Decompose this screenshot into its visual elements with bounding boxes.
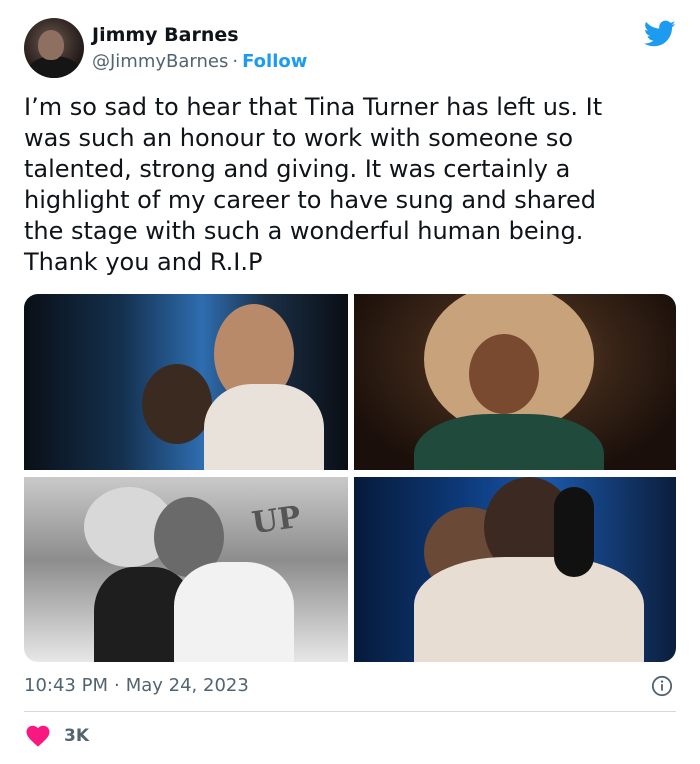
photo-figure-shape (414, 557, 644, 662)
tweet-date: May 24, 2023 (125, 675, 249, 696)
timestamp-separator: · (113, 675, 120, 696)
photo-studio-embrace[interactable] (354, 477, 676, 662)
twitter-bird-icon[interactable] (644, 20, 676, 48)
handle-separator: · (232, 51, 239, 72)
divider (24, 711, 676, 712)
follow-button[interactable]: Follow (242, 51, 307, 72)
photo-figure-shape (469, 334, 539, 414)
photo-figure-shape (554, 487, 594, 577)
tweet-timestamp[interactable]: 10:43 PM · May 24, 2023 (24, 675, 249, 696)
photo-sign-text: UP (249, 499, 303, 542)
avatar[interactable] (24, 18, 84, 78)
tweet-text: I’m so sad to hear that Tina Turner has … (24, 93, 603, 276)
photo-studio-duet[interactable] (24, 294, 348, 470)
author-name[interactable]: Jimmy Barnes (92, 24, 239, 46)
photo-figure-shape (174, 562, 294, 662)
photo-figure-shape (142, 364, 212, 444)
author-handle-row: @JimmyBarnes · Follow (92, 51, 307, 72)
info-icon[interactable] (651, 675, 673, 697)
author-handle[interactable]: @JimmyBarnes (92, 51, 228, 72)
photo-figure-shape (204, 384, 324, 470)
like-count: 3K (64, 726, 90, 746)
media-grid: UP (24, 294, 676, 662)
tweet-card: Jimmy Barnes @JimmyBarnes · Follow I’m so … (0, 0, 700, 764)
photo-black-and-white-hug[interactable]: UP (24, 477, 348, 662)
heart-icon[interactable] (26, 725, 50, 747)
photo-figure-shape (414, 414, 604, 470)
photo-tina-singing[interactable] (354, 294, 676, 470)
tweet-time: 10:43 PM (24, 675, 108, 696)
avatar-face-shape (38, 30, 64, 60)
